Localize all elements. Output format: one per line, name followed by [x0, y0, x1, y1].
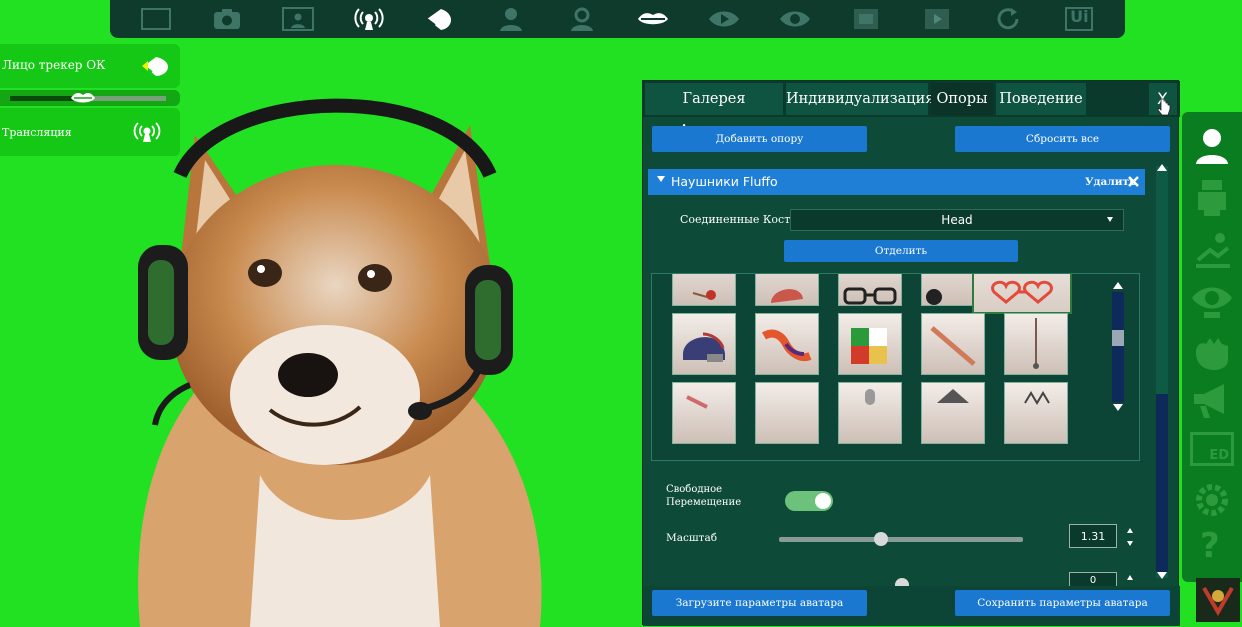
scale-step-down-icon[interactable]	[1127, 541, 1133, 546]
next-slider-thumb[interactable]	[895, 578, 909, 586]
bones-dropdown[interactable]: Head	[790, 209, 1124, 231]
scale-step-up-icon[interactable]	[1127, 528, 1133, 533]
prop-thumb-hover[interactable]	[972, 274, 1072, 314]
prop-thumb[interactable]	[838, 313, 902, 375]
face-tracker-label: Лицо трекер ОК	[2, 58, 106, 72]
scale-value-input[interactable]: 1.31	[1069, 524, 1117, 548]
add-prop-button[interactable]: Добавить опору	[652, 126, 867, 152]
prop-thumb[interactable]	[755, 313, 819, 375]
photo-frame-icon[interactable]	[276, 4, 320, 34]
avatar-dog-image	[138, 98, 542, 627]
delete-x-icon[interactable]	[1127, 175, 1140, 188]
avatar-icon[interactable]	[489, 4, 533, 34]
app-badge-icon	[1196, 578, 1240, 622]
tab-avatar-gallery[interactable]: Галерея Аватаров	[645, 83, 783, 139]
panel-scroll-thumb[interactable]	[1156, 394, 1168, 572]
panel-tabs: Галерея Аватаров Индивидуализация Опоры …	[643, 81, 1180, 139]
lips-icon[interactable]	[631, 4, 675, 34]
panel-footer: Загрузите параметры аватара Сохранить па…	[643, 586, 1180, 626]
prop-thumb[interactable]	[838, 382, 902, 444]
load-avatar-settings-button[interactable]: Загрузите параметры аватара	[652, 590, 867, 616]
prop-thumb[interactable]	[672, 313, 736, 375]
face-tracker-status-icon[interactable]	[142, 54, 172, 78]
smoothing-slider-thumb-icon[interactable]	[70, 90, 96, 106]
bones-dropdown-value: Head	[941, 213, 973, 227]
top-toolbar: Ui	[110, 0, 1125, 38]
prop-thumb[interactable]	[672, 382, 736, 444]
props-panel: Галерея Аватаров Индивидуализация Опоры …	[642, 80, 1180, 626]
free-move-toggle[interactable]	[785, 491, 833, 511]
panel-scrollbar[interactable]	[1156, 164, 1168, 579]
prop-name-label: Наушники Fluffo	[671, 174, 778, 189]
tab-props[interactable]: Опоры	[931, 83, 993, 115]
detach-button[interactable]: Отделить	[784, 240, 1018, 262]
ed-icon-label: ED	[1209, 448, 1229, 463]
free-move-label-line2: Перемещение	[666, 497, 742, 508]
prop-accordion-header[interactable]: Наушники Fluffo Удалить	[648, 169, 1145, 195]
save-avatar-settings-button[interactable]: Сохранить параметры аватара	[955, 590, 1170, 616]
film-icon[interactable]	[844, 4, 888, 34]
scroll-up-icon[interactable]	[1113, 282, 1123, 289]
close-button[interactable]: X	[1149, 83, 1177, 116]
props-grid	[651, 273, 1140, 461]
help-icon[interactable]: ?	[1190, 526, 1234, 568]
ed-icon[interactable]: ED	[1190, 432, 1234, 466]
scale-label: Масштаб	[666, 532, 718, 544]
avatar-body-icon[interactable]	[1190, 178, 1234, 218]
mouse-cursor-icon	[1157, 98, 1171, 116]
scroll-down-icon[interactable]	[1113, 404, 1123, 411]
tab-behavior[interactable]: Поведение	[996, 83, 1086, 115]
scale-value: 1.31	[1080, 530, 1106, 543]
user-icon[interactable]	[1190, 126, 1234, 166]
grid-scroll-thumb[interactable]	[1112, 330, 1124, 346]
eye-icon[interactable]	[773, 4, 817, 34]
prop-thumb[interactable]	[672, 274, 736, 306]
ui-icon-label: Ui	[1070, 7, 1089, 26]
film-play-icon[interactable]	[915, 4, 959, 34]
scale-slider-track[interactable]	[779, 537, 1023, 542]
free-move-label-line1: Свободное	[666, 484, 723, 495]
broadcast-icon[interactable]	[347, 4, 391, 34]
megaphone-icon[interactable]	[1190, 380, 1234, 420]
prop-thumb[interactable]	[1004, 382, 1068, 444]
grid-scrollbar[interactable]	[1112, 282, 1124, 414]
camera-icon[interactable]	[205, 4, 249, 34]
eye-play-icon[interactable]	[702, 4, 746, 34]
prop-thumb[interactable]	[755, 274, 819, 306]
panel-scroll-up-icon[interactable]	[1157, 164, 1167, 171]
face-tracker-panel: Лицо трекер ОК	[0, 44, 180, 88]
reset-all-button[interactable]: Сбросить все	[955, 126, 1170, 152]
free-move-toggle-knob	[815, 493, 831, 509]
dropdown-arrow-icon	[1107, 217, 1113, 222]
pose-icon[interactable]	[1190, 230, 1234, 270]
panel-scroll-down-icon[interactable]	[1157, 572, 1167, 579]
grid-scroll-track[interactable]	[1112, 292, 1124, 402]
ui-icon[interactable]: Ui	[1057, 4, 1101, 34]
fullscreen-icon[interactable]	[134, 4, 178, 34]
broadcast-label: Трансляция	[2, 126, 72, 139]
prop-thumb[interactable]	[1004, 313, 1068, 375]
scale-slider-thumb[interactable]	[874, 532, 888, 546]
prop-thumb[interactable]	[755, 382, 819, 444]
prop-thumb[interactable]	[921, 382, 985, 444]
refresh-icon[interactable]	[986, 4, 1030, 34]
settings-icon[interactable]	[1190, 480, 1234, 520]
right-sidebar: ED ?	[1182, 112, 1242, 582]
hand-icon[interactable]	[1190, 332, 1234, 372]
chevron-down-icon	[657, 176, 665, 182]
prop-thumb[interactable]	[921, 313, 985, 375]
face-tracker-icon[interactable]	[418, 4, 462, 34]
prop-thumb[interactable]	[838, 274, 902, 306]
next-value: 0	[1089, 575, 1097, 586]
tab-customization[interactable]: Индивидуализация	[786, 83, 934, 115]
avatar-settings-icon[interactable]	[560, 4, 604, 34]
bones-label: Соединенные Кости	[680, 213, 798, 226]
next-value-input[interactable]: 0	[1069, 572, 1117, 586]
eye-cam-icon[interactable]	[1190, 280, 1234, 320]
next-step-up-icon[interactable]	[1127, 575, 1133, 580]
help-icon-glyph: ?	[1200, 526, 1220, 566]
